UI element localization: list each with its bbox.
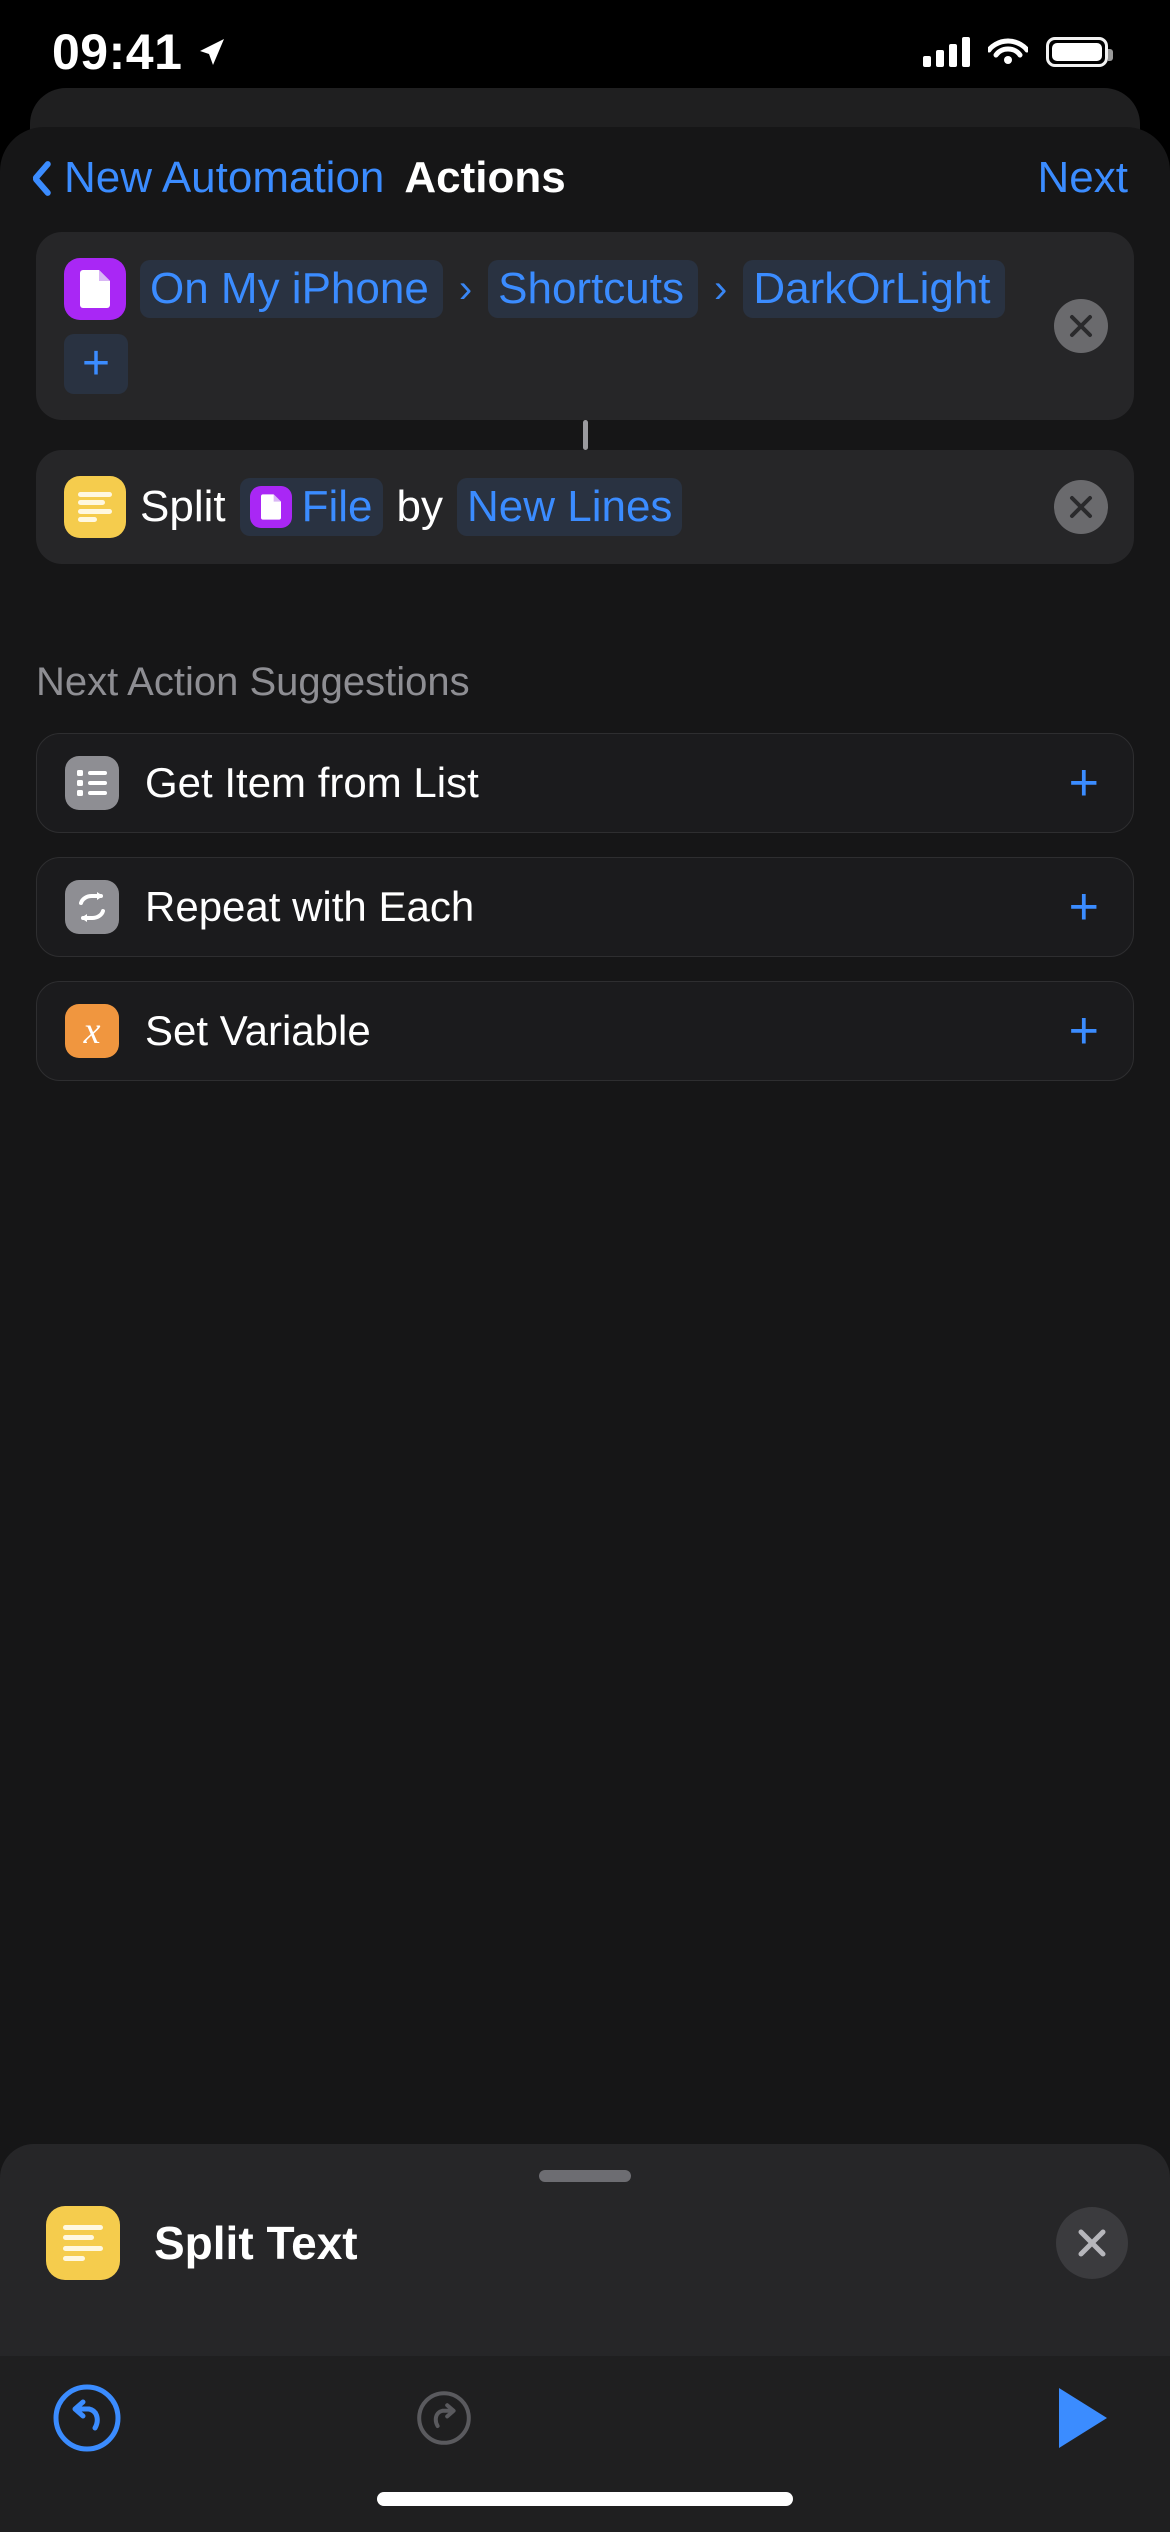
undo-icon[interactable] [50, 2381, 124, 2455]
variable-token-label: File [301, 482, 373, 531]
phone-screen: 09:41 New Automation Actions Next On My … [0, 0, 1170, 2532]
redo-icon [407, 2381, 481, 2455]
back-button[interactable]: New Automation [22, 153, 384, 203]
add-path-segment-button[interactable]: + [64, 334, 129, 394]
play-icon[interactable] [1046, 2381, 1120, 2455]
suggestion-label: Repeat with Each [145, 883, 475, 930]
text-lines-icon [64, 476, 126, 538]
add-action-button[interactable]: + [1069, 881, 1099, 933]
action-row: On My iPhone › Shortcuts › DarkOrLight + [64, 258, 1106, 394]
sheet-header-row: Split Text [0, 2206, 1170, 2280]
suggestion-label: Set Variable [145, 1007, 371, 1054]
sheet-title: Split Text [154, 2217, 358, 2269]
suggestion-item-repeat-with-each[interactable]: Repeat with Each + [36, 857, 1134, 957]
action-card-split[interactable]: Split File by New Lines [36, 450, 1134, 564]
status-bar-left: 09:41 [52, 23, 228, 81]
add-action-button[interactable]: + [1069, 1005, 1099, 1057]
sheet-grabber[interactable] [539, 2170, 631, 2182]
close-circle-icon[interactable] [1054, 299, 1108, 353]
page-title: Actions [404, 153, 566, 202]
chevron-right-icon: › [458, 266, 473, 311]
path-token-on-my-iphone[interactable]: On My iPhone [140, 260, 443, 318]
cellular-signal-icon [923, 37, 970, 67]
suggestion-item-set-variable[interactable]: x Set Variable + [36, 981, 1134, 1081]
location-arrow-icon [194, 35, 228, 69]
close-icon[interactable] [1056, 2207, 1128, 2279]
repeat-loop-icon [65, 880, 119, 934]
variable-token-file[interactable]: File [239, 478, 383, 536]
status-bar-right [923, 35, 1113, 70]
battery-full-icon [1046, 37, 1113, 67]
list-bullets-icon [65, 756, 119, 810]
wifi-icon [986, 35, 1030, 70]
suggestion-item-get-item-from-list[interactable]: Get Item from List + [36, 733, 1134, 833]
home-indicator [377, 2492, 793, 2506]
separator-token-new-lines[interactable]: New Lines [456, 478, 683, 536]
actions-list: On My iPhone › Shortcuts › DarkOrLight +… [0, 232, 1170, 1105]
bottom-toolbar [0, 2356, 1170, 2532]
navigation-bar: New Automation Actions Next [0, 132, 1170, 224]
action-row: Split File by New Lines [64, 476, 1106, 538]
variable-x-glyph: x [83, 1010, 101, 1052]
action-preposition: by [396, 482, 443, 531]
add-action-button[interactable]: + [1069, 757, 1099, 809]
action-verb: Split [140, 482, 226, 531]
suggestions-header: Next Action Suggestions [36, 660, 470, 704]
path-token-shortcuts[interactable]: Shortcuts [488, 260, 699, 318]
status-time: 09:41 [52, 24, 183, 80]
toolbar-inner [0, 2356, 1170, 2480]
path-token-darkorlight[interactable]: DarkOrLight [743, 260, 1005, 318]
variable-x-icon: x [65, 1004, 119, 1058]
close-circle-icon[interactable] [1054, 480, 1108, 534]
next-button[interactable]: Next [1038, 153, 1128, 203]
file-document-icon [249, 486, 292, 528]
action-detail-sheet: Split Text [0, 2144, 1170, 2356]
action-connector [582, 420, 588, 450]
chevron-left-icon [22, 155, 52, 201]
action-card-file[interactable]: On My iPhone › Shortcuts › DarkOrLight + [36, 232, 1134, 420]
chevron-right-icon: › [714, 266, 728, 311]
back-button-label: New Automation [64, 153, 385, 202]
text-lines-icon [46, 2206, 120, 2280]
suggestion-label: Get Item from List [145, 759, 479, 806]
file-document-icon [64, 258, 126, 320]
